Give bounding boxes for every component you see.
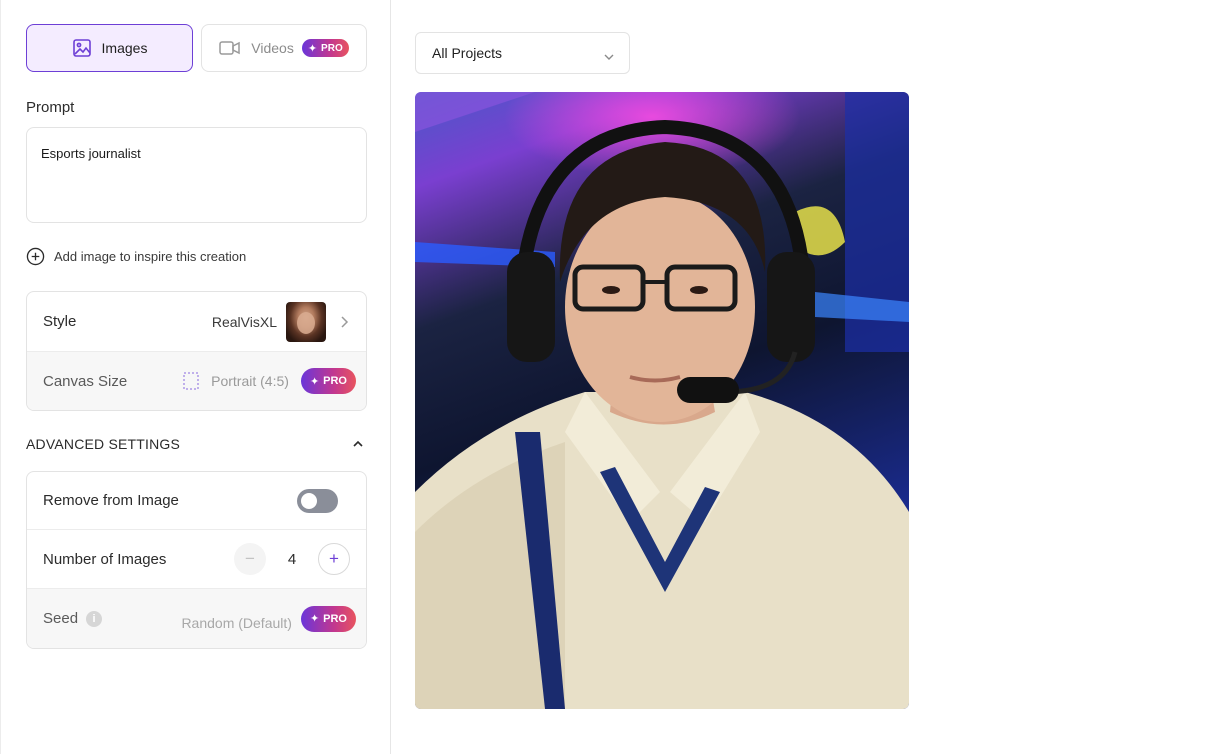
sparkle-icon: ✦: [309, 613, 320, 625]
chevron-down-icon: [604, 54, 614, 60]
project-dropdown-value: All Projects: [432, 45, 503, 61]
results-panel: All Projects: [391, 0, 1223, 754]
seed-row: Seed i Random (Default) ✦ PRO: [27, 589, 366, 648]
style-thumbnail: [286, 301, 326, 342]
project-dropdown[interactable]: All Projects: [415, 32, 630, 74]
pro-badge: ✦ PRO: [300, 368, 356, 394]
remove-from-image-label: Remove from Image: [43, 492, 179, 509]
canvas-size-value: Portrait (4:5): [211, 373, 289, 389]
videos-tab[interactable]: Videos ✦ PRO: [201, 24, 367, 72]
video-camera-icon: [219, 41, 241, 55]
portrait-frame-icon: [183, 372, 199, 390]
plus-circle-icon: [26, 247, 45, 266]
advanced-settings-card: Remove from Image Number of Images − 4 +…: [26, 471, 367, 649]
generated-portrait-illustration: [415, 92, 909, 709]
style-card: Style RealVisXL Canvas Size Portrait (4:…: [26, 291, 367, 411]
canvas-size-label: Canvas Size: [43, 372, 128, 390]
add-image-button[interactable]: Add image to inspire this creation: [26, 247, 246, 266]
seed-label: Seed: [43, 610, 79, 627]
chevron-right-icon: [341, 315, 349, 328]
decrement-button[interactable]: −: [234, 543, 266, 575]
style-label: Style: [43, 313, 77, 330]
settings-panel: Images Videos ✦ PRO Prompt Esports journa…: [0, 0, 391, 754]
generated-image[interactable]: [415, 92, 909, 709]
prompt-label: Prompt: [26, 99, 75, 116]
prompt-input[interactable]: Esports journalist: [26, 127, 367, 223]
pro-badge: ✦ PRO: [300, 605, 356, 632]
info-icon[interactable]: i: [86, 610, 103, 627]
remove-from-image-toggle[interactable]: [297, 488, 338, 513]
pro-badge: ✦ PRO: [301, 39, 349, 57]
number-of-images-label: Number of Images: [43, 550, 167, 568]
image-icon: [72, 39, 91, 57]
images-tab-label: Images: [101, 40, 148, 56]
add-image-label: Add image to inspire this creation: [54, 249, 247, 264]
style-value: RealVisXL: [211, 313, 277, 330]
chevron-up-icon: [353, 440, 363, 447]
seed-value[interactable]: Random (Default): [181, 615, 292, 631]
canvas-size-row[interactable]: Canvas Size Portrait (4:5) ✦ PRO: [27, 352, 366, 410]
sparkle-icon: ✦: [309, 375, 320, 388]
advanced-settings-title: ADVANCED SETTINGS: [26, 436, 181, 452]
number-of-images-value: 4: [287, 550, 297, 568]
remove-from-image-row: Remove from Image: [27, 472, 366, 530]
advanced-settings-header[interactable]: ADVANCED SETTINGS: [26, 436, 367, 452]
images-tab[interactable]: Images: [26, 24, 193, 72]
increment-button[interactable]: +: [318, 543, 350, 575]
videos-tab-label: Videos: [251, 40, 294, 56]
number-of-images-row: Number of Images − 4 +: [27, 530, 366, 589]
style-row[interactable]: Style RealVisXL: [27, 292, 366, 352]
sparkle-icon: ✦: [307, 42, 318, 55]
